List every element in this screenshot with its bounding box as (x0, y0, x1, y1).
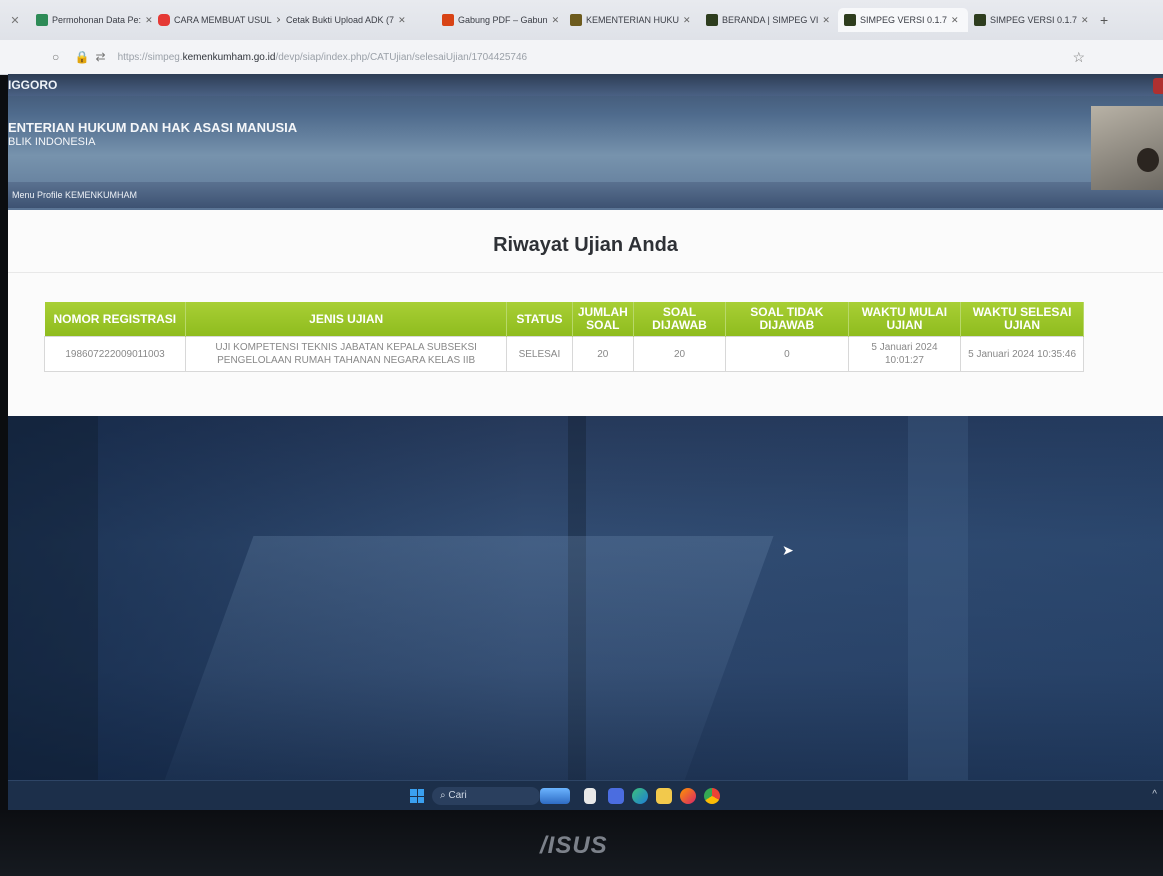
cell-waktu-selesai: 5 Januari 2024 10:35:46 (960, 336, 1084, 372)
tab-label: Gabung PDF – Gabun (458, 15, 548, 25)
exam-history-table: NOMOR REGISTRASI JENIS UJIAN STATUS JUML… (43, 302, 1084, 372)
col-header-jenis-ujian: JENIS UJIAN (185, 302, 508, 337)
cell-status: SELESAI (506, 336, 573, 372)
tab-close-icon[interactable]: ✕ (552, 15, 560, 26)
url-text[interactable]: https://simpeg.kemenkumham.go.id/devp/si… (118, 52, 528, 63)
new-tab-icon[interactable]: + (1100, 12, 1108, 28)
tab-label: BERANDA | SIMPEG VI (722, 15, 819, 25)
tab-close-icon[interactable]: ✕ (1081, 15, 1089, 26)
tab-label: Cetak Bukti Upload ADK (7 (286, 15, 395, 25)
logout-tab[interactable] (1153, 78, 1163, 94)
site-header: IGGORO ENTERIAN HUKUM DAN HAK ASASI MANU… (8, 74, 1163, 210)
decorative-pillar (908, 416, 968, 780)
page-background: ➤ (8, 416, 1163, 780)
tab-close-icon[interactable]: ✕ (145, 15, 152, 26)
youtube-icon (158, 14, 170, 26)
tab-label: SIMPEG VERSI 0.1.7 (990, 15, 1078, 25)
favicon-icon (570, 14, 582, 26)
cell-jenis-ujian: UJI KOMPETENSI TEKNIS JABATAN KEPALA SUB… (185, 336, 508, 372)
page-title: Riwayat Ujian Anda (493, 234, 678, 256)
col-header-soal-tidak-dijawab: SOAL TIDAK DIJAWAB (725, 302, 849, 337)
widgets-icon[interactable] (540, 788, 570, 804)
browser-tab[interactable]: SIMPEG VERSI 0.1.7 ✕ (968, 8, 1096, 32)
close-icon[interactable]: ✕ (0, 14, 30, 27)
col-header-waktu-selesai: WAKTU SELESAI UJIAN (960, 302, 1084, 337)
chevron-up-icon[interactable]: ^ (1152, 789, 1157, 800)
col-header-waktu-mulai: WAKTU MULAI UJIAN (848, 302, 962, 337)
search-label: Cari (448, 790, 467, 801)
browser-tab[interactable]: Permohonan Data Pe: ✕ (30, 8, 152, 32)
user-name-strip: IGGORO (8, 74, 1163, 96)
tab-close-icon[interactable]: ✕ (683, 15, 691, 26)
site-info-icons[interactable]: ○ 🔒⇄ (52, 50, 112, 64)
browser-tab[interactable]: BERANDA | SIMPEG VI ✕ (700, 8, 838, 32)
file-explorer-icon[interactable] (584, 788, 596, 804)
tab-close-icon[interactable]: ✕ (398, 15, 406, 26)
folder-icon[interactable] (656, 788, 672, 804)
windows-start-icon[interactable] (410, 789, 424, 803)
favicon-icon (844, 14, 856, 26)
cell-nomor-registrasi: 198607222009011003 (43, 336, 187, 372)
browser-tab-strip: ✕ Permohonan Data Pe: ✕ CARA MEMBUAT USU… (0, 0, 1163, 40)
favicon-icon (706, 14, 718, 26)
favicon-icon (36, 14, 48, 26)
tab-label: KEMENTERIAN HUKU (586, 15, 680, 25)
exam-history-panel: Riwayat Ujian Anda NOMOR REGISTRASI JENI… (8, 210, 1163, 416)
col-header-jumlah-soal: JUMLAH SOAL (572, 302, 634, 337)
cell-soal-dijawab: 20 (632, 336, 727, 372)
org-name: ENTERIAN HUKUM DAN HAK ASASI MANUSIA (8, 120, 298, 135)
browser-tab[interactable]: CARA MEMBUAT USUL ✕ (152, 8, 280, 32)
mouse-cursor-icon: ➤ (782, 542, 794, 558)
tab-close-icon[interactable]: ✕ (951, 15, 959, 26)
tab-close-icon[interactable]: ✕ (822, 15, 830, 26)
decorative-floor (162, 536, 774, 780)
tab-label: CARA MEMBUAT USUL (174, 15, 272, 25)
chrome-icon[interactable] (704, 788, 720, 804)
address-bar[interactable]: ○ 🔒⇄ https://simpeg.kemenkumham.go.id/de… (0, 40, 1163, 75)
tab-label: SIMPEG VERSI 0.1.7 (860, 15, 948, 25)
divider (8, 272, 1163, 273)
browser-tab-active[interactable]: SIMPEG VERSI 0.1.7 ✕ (838, 8, 968, 32)
tab-label: Permohonan Data Pe: (52, 15, 142, 25)
laptop-brand-logo: /ISUS (540, 832, 608, 859)
favicon-icon (974, 14, 986, 26)
pdf-icon (442, 14, 454, 26)
col-header-nomor-registrasi: NOMOR REGISTRASI (44, 302, 187, 337)
cell-soal-tidak-dijawab: 0 (725, 336, 849, 372)
col-header-status: STATUS (506, 302, 573, 337)
col-header-soal-dijawab: SOAL DIJAWAB (633, 302, 727, 337)
laptop-bezel: /ISUS (0, 810, 1163, 876)
browser-tab[interactable]: Gabung PDF – Gabun ✕ (436, 8, 564, 32)
taskbar-search[interactable]: ⌕ Cari (432, 787, 540, 805)
person-silhouette (1137, 148, 1159, 172)
webcam-overlay (1091, 106, 1163, 190)
bookmark-star-icon[interactable]: ☆ (1072, 49, 1085, 66)
edge-icon[interactable] (632, 788, 648, 804)
menu-profile-link[interactable]: Menu Profile KEMENKUMHAM (8, 182, 1163, 208)
cell-jumlah-soal: 20 (571, 336, 634, 372)
browser-tab[interactable]: Cetak Bukti Upload ADK (7 ✕ (280, 8, 436, 32)
chat-icon[interactable] (608, 788, 624, 804)
org-country: BLIK INDONESIA (8, 136, 96, 148)
decorative-pillar (8, 416, 98, 780)
taskbar: ⌕ Cari ^ (8, 780, 1163, 811)
browser-tab[interactable]: KEMENTERIAN HUKU ✕ (564, 8, 700, 32)
firefox-icon[interactable] (680, 788, 696, 804)
table-header-row: NOMOR REGISTRASI JENIS UJIAN STATUS JUML… (44, 302, 1084, 337)
cell-waktu-mulai: 5 Januari 2024 10:01:27 (847, 336, 962, 372)
table-row: 198607222009011003 UJI KOMPETENSI TEKNIS… (43, 336, 1084, 372)
